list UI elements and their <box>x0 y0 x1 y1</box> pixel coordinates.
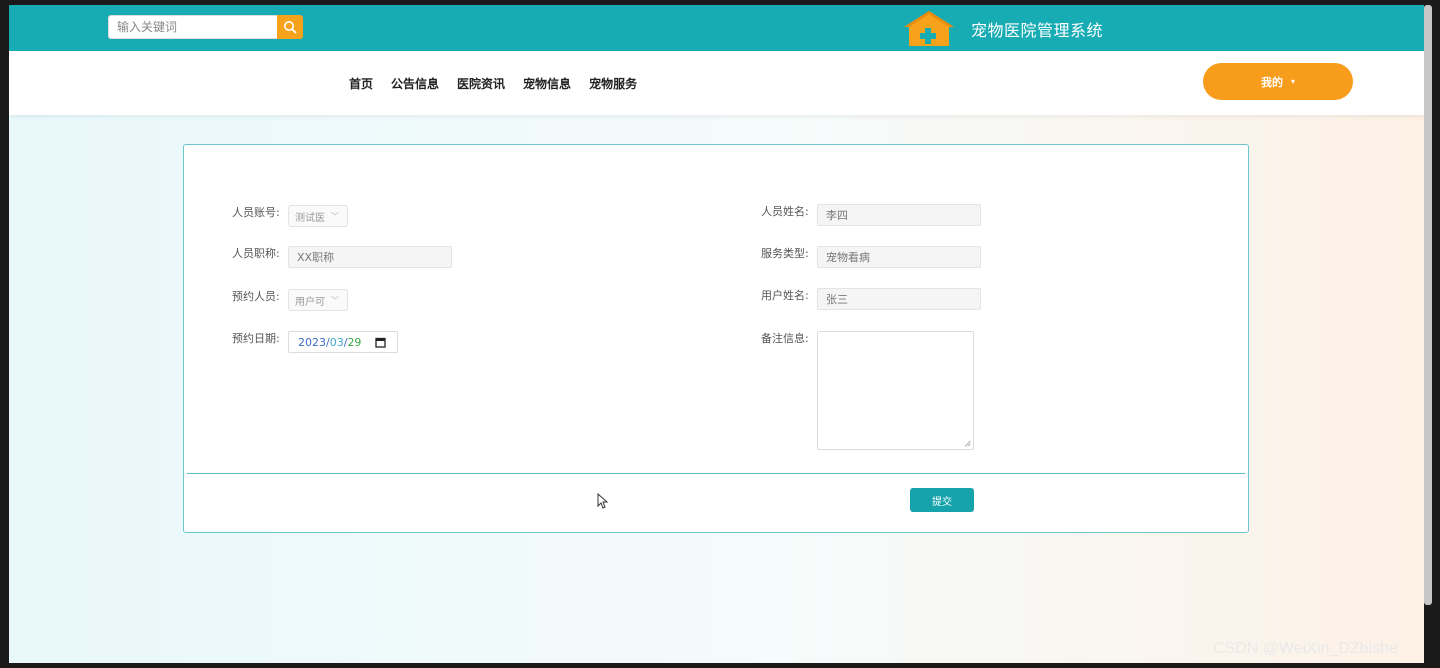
form-divider <box>187 473 1245 474</box>
chevron-down-icon: ﹀ <box>331 295 339 305</box>
booking-date-input[interactable]: 2023/03/29 <box>288 331 398 353</box>
chevron-down-icon: ﹀ <box>331 211 339 221</box>
top-bar: 宠物医院管理系统 <box>9 5 1424 51</box>
staff-name-input[interactable]: 李四 <box>817 204 981 226</box>
staff-account-label: 人员账号: <box>232 206 280 219</box>
mouse-cursor-icon <box>597 493 608 509</box>
submit-button[interactable]: 提交 <box>910 488 974 512</box>
nav-item-hospital-news[interactable]: 医院资讯 <box>457 75 505 92</box>
field-remarks: 备注信息: <box>761 331 974 450</box>
nav-item-pet-info[interactable]: 宠物信息 <box>523 75 571 92</box>
resize-handle-icon[interactable] <box>964 440 971 447</box>
staff-name-value: 李四 <box>826 209 848 222</box>
hospital-house-logo-icon <box>904 11 954 46</box>
user-name-value: 张三 <box>826 293 848 306</box>
my-account-label: 我的 <box>1260 75 1283 89</box>
booking-date-label: 预约日期: <box>232 332 280 345</box>
nav-menu: 首页 公告信息 医院资讯 宠物信息 宠物服务 <box>349 51 655 115</box>
service-type-input[interactable]: 宠物看病 <box>817 246 981 268</box>
nav-bar: 首页 公告信息 医院资讯 宠物信息 宠物服务 我的 ▾ <box>9 51 1424 115</box>
booker-select[interactable]: 用户可 ﹀ <box>288 289 348 311</box>
staff-title-input[interactable]: XX职称 <box>288 246 452 268</box>
field-staff-account: 人员账号: 测试医 ﹀ <box>232 205 348 227</box>
search-input[interactable] <box>108 15 277 39</box>
staff-title-label: 人员职称: <box>232 247 280 260</box>
field-staff-name: 人员姓名: 李四 <box>761 204 981 226</box>
staff-name-label: 人员姓名: <box>761 205 809 218</box>
field-booker: 预约人员: 用户可 ﹀ <box>232 289 348 311</box>
booker-value: 用户可 <box>295 296 325 308</box>
my-account-dropdown[interactable]: 我的 ▾ <box>1203 63 1353 100</box>
watermark: CSDN @WeiXin_DZbishe <box>1213 640 1398 657</box>
field-booking-date: 预约日期: 2023/03/29 <box>232 331 398 353</box>
browser-viewport: 宠物医院管理系统 首页 公告信息 医院资讯 宠物信息 宠物服务 我的 ▾ 人员账… <box>9 5 1424 663</box>
date-year: 2023 <box>298 335 326 349</box>
service-type-label: 服务类型: <box>761 247 809 260</box>
booking-date-value: 2023/03/29 <box>298 335 362 349</box>
booker-label: 预约人员: <box>232 290 280 303</box>
caret-down-icon: ▾ <box>1290 77 1295 86</box>
field-staff-title: 人员职称: XX职称 <box>232 246 452 268</box>
field-service-type: 服务类型: 宠物看病 <box>761 246 981 268</box>
search-box <box>108 15 303 39</box>
date-day: 29 <box>347 335 362 349</box>
user-name-label: 用户姓名: <box>761 289 809 302</box>
vertical-scrollbar[interactable] <box>1424 5 1432 605</box>
remarks-label: 备注信息: <box>761 332 809 345</box>
nav-item-announcements[interactable]: 公告信息 <box>391 75 439 92</box>
nav-item-home[interactable]: 首页 <box>349 75 373 92</box>
staff-account-select[interactable]: 测试医 ﹀ <box>288 205 348 227</box>
search-icon <box>284 21 297 34</box>
staff-title-value: XX职称 <box>297 251 335 264</box>
date-month: 03 <box>329 335 344 349</box>
booking-form-card: 人员账号: 测试医 ﹀ 人员姓名: 李四 人员职称: XX职称 服务类型: 宠物… <box>183 144 1249 533</box>
field-user-name: 用户姓名: 张三 <box>761 288 981 310</box>
search-button[interactable] <box>277 15 303 39</box>
staff-account-value: 测试医 <box>295 212 325 224</box>
site-title: 宠物医院管理系统 <box>971 21 1104 40</box>
remarks-textarea[interactable] <box>817 331 974 450</box>
user-name-input[interactable]: 张三 <box>817 288 981 310</box>
nav-item-pet-services[interactable]: 宠物服务 <box>589 75 637 92</box>
service-type-value: 宠物看病 <box>826 251 870 264</box>
calendar-icon[interactable] <box>375 337 387 348</box>
